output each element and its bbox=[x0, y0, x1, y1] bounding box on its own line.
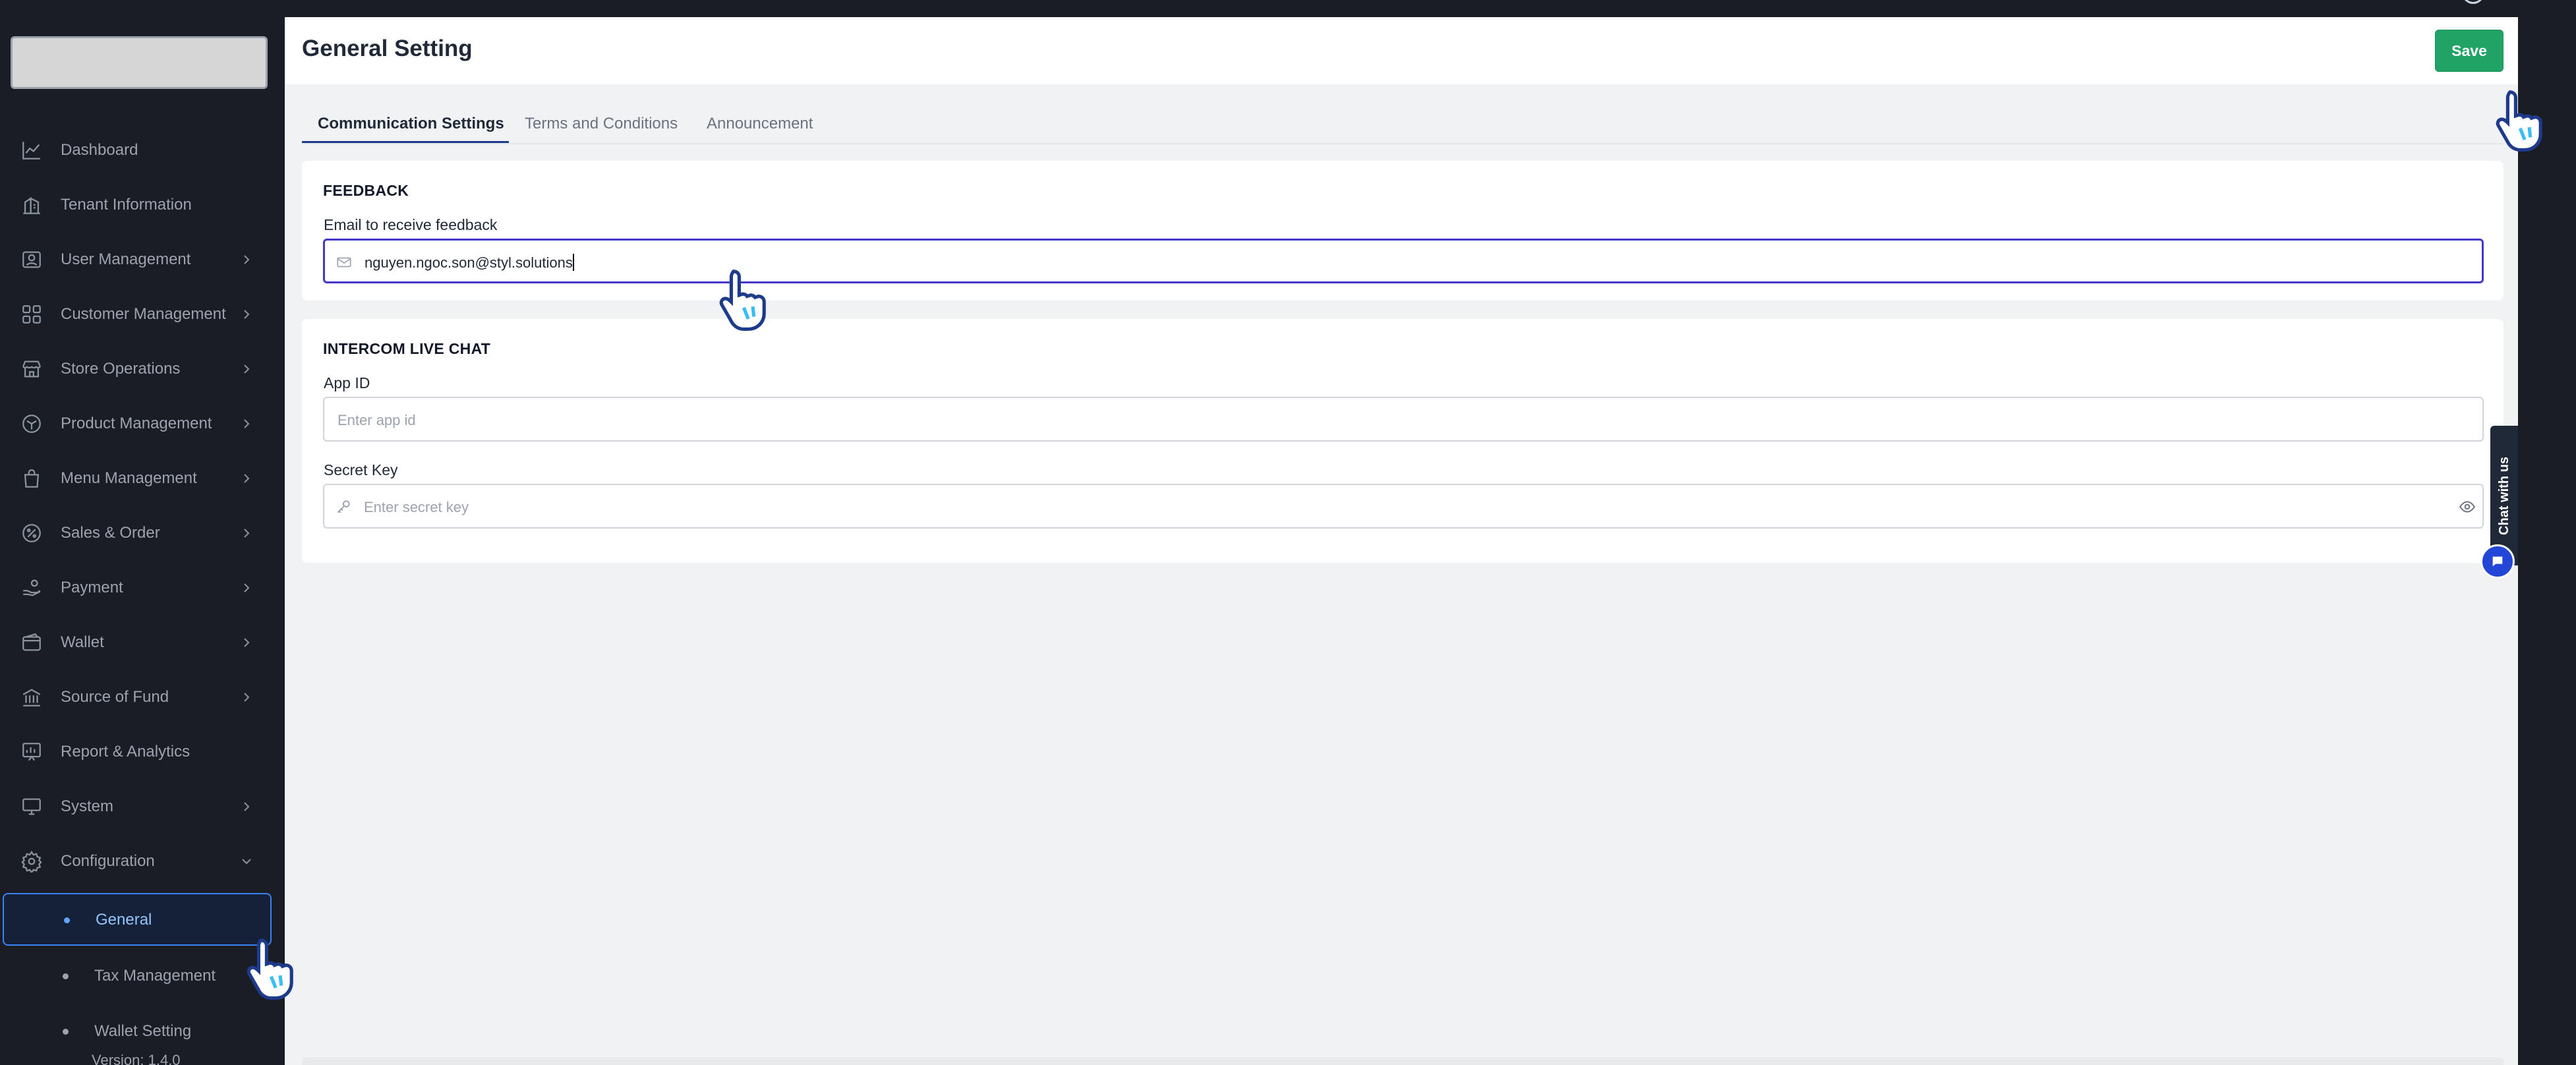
sidebar-item-menu-management[interactable]: Menu Management bbox=[0, 455, 270, 502]
field-label: App ID bbox=[324, 374, 370, 391]
input-placeholder: Enter app id bbox=[337, 412, 416, 428]
hand-pointer-icon bbox=[236, 931, 308, 1004]
chevron-right-icon bbox=[239, 471, 254, 486]
sidebar-item-label: Customer Management bbox=[61, 305, 226, 323]
sidebar-item-product-management[interactable]: Product Management bbox=[0, 400, 270, 447]
gear-icon bbox=[20, 849, 44, 873]
sidebar-item-tenant-information[interactable]: Tenant Information bbox=[0, 181, 270, 229]
sidebar-item-label: Product Management bbox=[61, 415, 212, 432]
sidebar-item-label: Store Operations bbox=[61, 360, 181, 378]
input-value: nguyen.ngoc.son@styl.solutions bbox=[365, 254, 574, 271]
intercom-card: INTERCOM LIVE CHAT App ID Enter app id S… bbox=[302, 319, 2503, 563]
sidebar-item-label: Wallet bbox=[61, 633, 104, 651]
mail-icon bbox=[336, 254, 353, 271]
bullet-dot bbox=[63, 973, 69, 979]
sidebar-item-label: Menu Management bbox=[61, 469, 197, 487]
secret-key-input[interactable]: Enter secret key bbox=[323, 484, 2484, 529]
sidebar-item-user-management[interactable]: User Management bbox=[0, 236, 270, 283]
logo-placeholder[interactable] bbox=[11, 36, 268, 89]
tab-divider bbox=[302, 143, 2503, 144]
report-icon bbox=[20, 740, 44, 764]
main-content: General Setting Save Communication Setti… bbox=[285, 17, 2518, 1065]
section-title: INTERCOM LIVE CHAT bbox=[323, 340, 491, 357]
sidebar-item-configuration[interactable]: Configuration bbox=[0, 838, 270, 885]
tag-icon bbox=[20, 521, 44, 545]
eye-icon[interactable] bbox=[2459, 498, 2476, 515]
store-icon bbox=[20, 357, 44, 381]
sidebar-subitem-label: Tax Management bbox=[94, 967, 216, 985]
chat-bubble-icon[interactable] bbox=[2480, 544, 2515, 579]
sidebar-item-system[interactable]: System bbox=[0, 783, 270, 830]
chevron-right-icon bbox=[239, 799, 254, 815]
sidebar-subitem-label: General bbox=[96, 911, 152, 929]
tab-terms-and-conditions[interactable]: Terms and Conditions bbox=[525, 109, 678, 144]
chevron-right-icon bbox=[239, 525, 254, 541]
sidebar: Dashboard Tenant Information User Manage… bbox=[0, 0, 285, 1065]
sidebar-item-customer-management[interactable]: Customer Management bbox=[0, 291, 270, 338]
sidebar-item-label: Payment bbox=[61, 579, 123, 596]
sidebar-item-store-operations[interactable]: Store Operations bbox=[0, 345, 270, 393]
bullet-dot bbox=[63, 1029, 69, 1035]
sidebar-item-payment[interactable]: Payment bbox=[0, 564, 270, 612]
chevron-right-icon bbox=[239, 416, 254, 432]
building-icon bbox=[20, 193, 44, 217]
section-title: FEEDBACK bbox=[323, 182, 409, 199]
app-version: Version: 1.4.0 bbox=[92, 1052, 181, 1065]
monitor-icon bbox=[20, 795, 44, 819]
hand-pointer-icon bbox=[709, 262, 781, 335]
sidebar-item-label: Configuration bbox=[61, 852, 155, 870]
wallet-icon bbox=[20, 631, 44, 654]
sidebar-item-dashboard[interactable]: Dashboard bbox=[0, 127, 270, 174]
sidebar-item-label: System bbox=[61, 797, 114, 815]
chevron-right-icon bbox=[239, 252, 254, 268]
hand-coin-icon bbox=[20, 576, 44, 600]
chevron-right-icon bbox=[239, 306, 254, 322]
sidebar-item-source-of-fund[interactable]: Source of Fund bbox=[0, 674, 270, 721]
app-id-input[interactable]: Enter app id bbox=[323, 397, 2484, 442]
box-icon bbox=[20, 412, 44, 436]
user-card-icon bbox=[20, 248, 44, 272]
chevron-right-icon bbox=[239, 689, 254, 705]
page-header: General Setting Save bbox=[285, 17, 2518, 84]
sidebar-item-report-analytics[interactable]: Report & Analytics bbox=[0, 728, 270, 776]
sidebar-item-label: User Management bbox=[61, 250, 191, 268]
sidebar-item-label: Tenant Information bbox=[61, 196, 192, 214]
sidebar-item-label: Source of Fund bbox=[61, 688, 169, 706]
tab-communication-settings[interactable]: Communication Settings bbox=[302, 109, 509, 144]
sidebar-item-label: Dashboard bbox=[61, 141, 138, 159]
feedback-card: FEEDBACK Email to receive feedback nguye… bbox=[302, 161, 2503, 301]
chart-line-icon bbox=[20, 138, 44, 162]
chevron-right-icon bbox=[239, 580, 254, 596]
bag-icon bbox=[20, 467, 44, 490]
input-placeholder: Enter secret key bbox=[364, 499, 469, 515]
chevron-down-icon bbox=[239, 853, 254, 869]
field-label: Email to receive feedback bbox=[324, 216, 498, 233]
sidebar-item-label: Report & Analytics bbox=[61, 743, 190, 761]
hand-pointer-icon bbox=[2485, 83, 2558, 156]
chevron-right-icon bbox=[239, 635, 254, 650]
feedback-email-field[interactable]: nguyen.ngoc.son@styl.solutions bbox=[323, 239, 2484, 283]
right-edge bbox=[2518, 0, 2576, 1065]
top-bar bbox=[285, 0, 2576, 17]
sidebar-item-label: Sales & Order bbox=[61, 524, 160, 542]
field-label: Secret Key bbox=[324, 461, 398, 478]
sidebar-subitem-tax-management[interactable]: Tax Management bbox=[0, 952, 270, 1000]
grid-icon bbox=[20, 302, 44, 326]
bullet-dot bbox=[64, 917, 70, 923]
chevron-right-icon bbox=[239, 361, 254, 377]
sidebar-subitem-label: Wallet Setting bbox=[94, 1022, 192, 1040]
page-title: General Setting bbox=[302, 36, 473, 61]
bank-icon bbox=[20, 685, 44, 709]
sidebar-item-sales-order[interactable]: Sales & Order bbox=[0, 509, 270, 557]
bottom-panel-edge bbox=[302, 1057, 2503, 1065]
sidebar-subitem-wallet-setting[interactable]: Wallet Setting bbox=[0, 1008, 270, 1055]
sidebar-item-wallet[interactable]: Wallet bbox=[0, 619, 270, 666]
tab-announcement[interactable]: Announcement bbox=[707, 109, 813, 144]
key-icon bbox=[335, 498, 352, 515]
sidebar-subitem-general[interactable]: General bbox=[3, 893, 272, 946]
save-button[interactable]: Save bbox=[2435, 30, 2503, 72]
